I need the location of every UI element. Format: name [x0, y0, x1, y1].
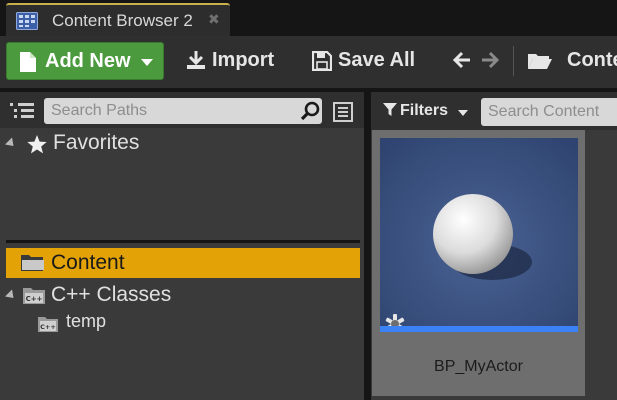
chevron-down-icon	[458, 110, 468, 116]
search-paths-input[interactable]	[44, 98, 322, 124]
asset-type-bar	[380, 326, 578, 332]
expand-arrow-icon[interactable]	[4, 137, 18, 150]
favorites-divider[interactable]	[6, 240, 360, 243]
favorites-label: Favorites	[53, 131, 140, 154]
view-options-icon[interactable]	[333, 102, 353, 127]
arrow-right-icon[interactable]	[480, 50, 500, 75]
paths-header	[0, 92, 364, 128]
expand-arrow-icon[interactable]	[4, 289, 18, 302]
asset-thumbnail	[380, 138, 578, 332]
tab-content-browser[interactable]: Content Browser 2 ✖	[6, 3, 230, 36]
arrow-left-icon[interactable]	[452, 50, 472, 75]
import-label: Import	[212, 49, 275, 71]
tree-item-cpp-classes[interactable]: C++ C++ Classes	[0, 282, 364, 310]
toolbar-divider	[513, 46, 514, 76]
asset-tile[interactable]: BP_MyActor	[372, 130, 585, 396]
tree-item-temp[interactable]: C++ temp	[0, 310, 364, 336]
add-new-label: Add New	[45, 50, 131, 72]
search-icon[interactable]	[300, 101, 320, 126]
svg-text:C++: C++	[40, 323, 56, 331]
save-all-label: Save All	[338, 49, 416, 71]
new-document-icon	[19, 51, 37, 78]
svg-text:C++: C++	[26, 295, 43, 303]
toolbar: Add New Import Save All Cont	[0, 36, 617, 88]
chevron-down-icon	[141, 59, 153, 66]
folder-icon	[20, 253, 46, 278]
panel-splitter[interactable]	[364, 92, 371, 400]
tree-item-label: Content	[51, 251, 125, 274]
save-icon	[311, 50, 333, 76]
filters-button[interactable]: Filters	[381, 100, 471, 124]
breadcrumb[interactable]: Content	[527, 42, 617, 80]
content-browser-icon	[16, 12, 38, 30]
tab-title: Content Browser 2	[52, 11, 193, 30]
add-new-button[interactable]: Add New	[6, 42, 164, 80]
tree-toggle-icon[interactable]	[10, 102, 34, 125]
close-icon[interactable]: ✖	[208, 12, 220, 28]
favorites-header[interactable]: Favorites	[0, 128, 364, 158]
asset-view: Filters Search Content BP_MyActor	[371, 92, 617, 400]
asset-name-label: BP_MyActor	[434, 358, 523, 375]
star-icon	[26, 134, 48, 160]
tree-item-label: temp	[66, 311, 107, 331]
cpp-folder-icon: C++	[22, 286, 48, 311]
filter-bar: Filters	[371, 92, 617, 130]
tree-item-content[interactable]: Content	[6, 248, 360, 278]
cpp-folder-icon: C++	[37, 315, 61, 338]
tab-strip: Content Browser 2 ✖	[0, 0, 617, 36]
folder-icon	[527, 51, 553, 76]
funnel-icon	[383, 103, 397, 122]
save-all-button[interactable]: Save All	[310, 42, 430, 80]
search-content-input[interactable]	[481, 98, 617, 126]
tree-item-label: C++ Classes	[51, 283, 172, 306]
import-button[interactable]: Import	[182, 42, 292, 80]
filters-label: Filters	[400, 102, 449, 119]
sources-panel: Favorites Content C++ C++ Classes	[0, 92, 364, 400]
breadcrumb-label: Content	[567, 49, 617, 71]
import-icon	[186, 50, 206, 75]
